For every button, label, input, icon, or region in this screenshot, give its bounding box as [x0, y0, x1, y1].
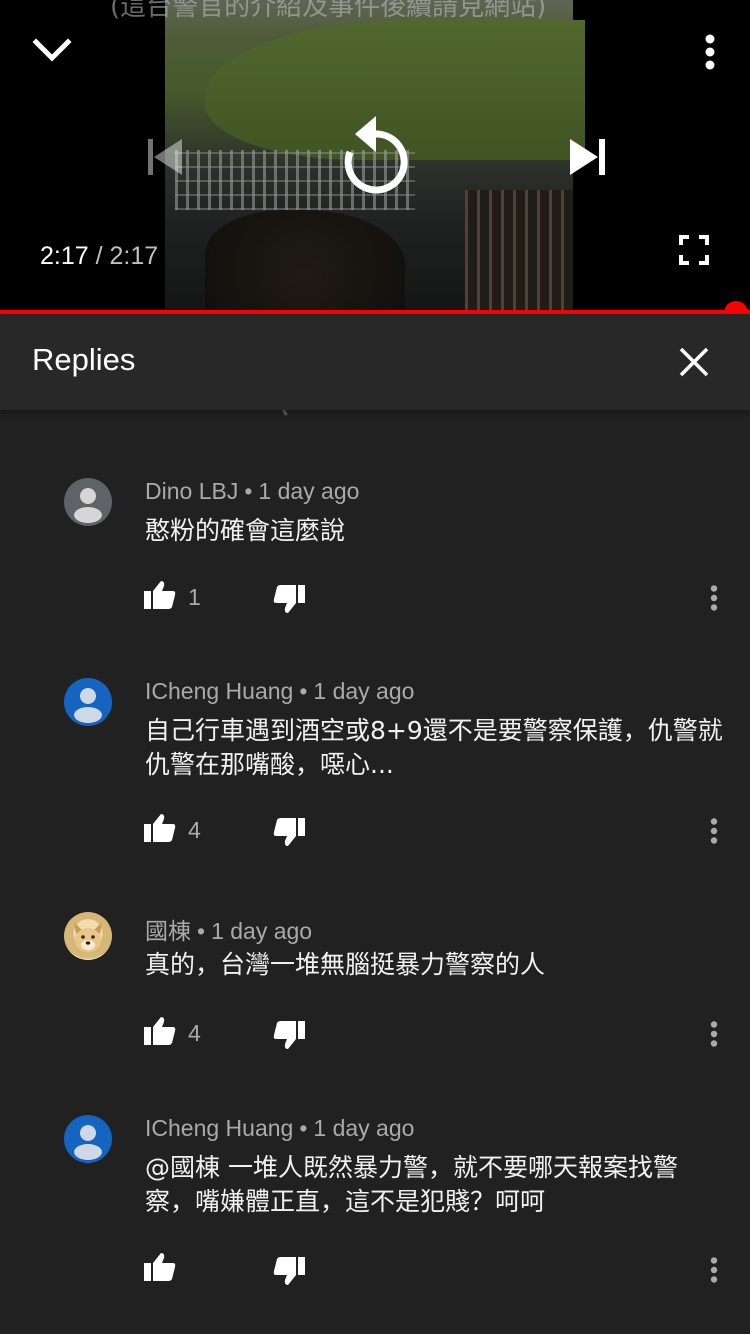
- replies-title: Replies: [32, 342, 136, 377]
- reply-actions: 4: [0, 1016, 750, 1056]
- time-separator: /: [95, 242, 103, 270]
- dislike-button[interactable]: [272, 584, 306, 618]
- like-button[interactable]: [143, 813, 177, 847]
- meta-dot: •: [299, 678, 308, 704]
- like-count: 4: [188, 817, 201, 843]
- skip-previous-icon: [148, 139, 182, 175]
- thumb-down-icon: [273, 818, 305, 846]
- reply-more-button[interactable]: [700, 1252, 728, 1288]
- avatar[interactable]: [64, 912, 112, 960]
- thumb-up-icon: [144, 581, 176, 609]
- next-video-button[interactable]: [562, 130, 614, 184]
- chevron-down-icon: [32, 38, 72, 62]
- replay-button[interactable]: [335, 110, 417, 198]
- more-vert-icon: [705, 34, 715, 70]
- like-button[interactable]: [143, 580, 177, 614]
- thumb-up-icon: [144, 1017, 176, 1045]
- reply-meta: Dino LBJ • 1 day ago: [145, 478, 359, 505]
- video-player[interactable]: (這台警官的介紹及事件後續請見網站) 2:17 / 2:17: [0, 0, 750, 312]
- player-more-button[interactable]: [690, 30, 730, 74]
- thumb-down-icon: [273, 1257, 305, 1285]
- reply-actions: 1: [0, 580, 750, 620]
- dislike-button[interactable]: [272, 1256, 306, 1290]
- reply-more-button[interactable]: [700, 580, 728, 616]
- fullscreen-button[interactable]: [672, 228, 716, 272]
- more-vert-icon: [710, 818, 718, 844]
- previous-video-button[interactable]: [138, 130, 190, 184]
- more-vert-icon: [710, 1257, 718, 1283]
- reply-more-button[interactable]: [700, 1016, 728, 1052]
- dislike-button[interactable]: [272, 1020, 306, 1054]
- meta-dot: •: [197, 918, 206, 944]
- avatar[interactable]: [64, 1115, 112, 1163]
- like-count: 1: [188, 584, 201, 610]
- close-replies-button[interactable]: [670, 338, 718, 386]
- playback-time: 2:17 / 2:17: [40, 242, 158, 271]
- reply-text: 自己行車遇到酒空或8+9還不是要警察保護，仇警就仇警在那嘴酸，噁心...: [145, 716, 723, 779]
- close-icon: [679, 347, 709, 377]
- more-vert-icon: [710, 585, 718, 611]
- like-button[interactable]: [143, 1252, 177, 1286]
- avatar[interactable]: [64, 678, 112, 726]
- reply-text: 真的，台灣一堆無腦挺暴力警察的人: [145, 950, 546, 979]
- meta-dot: •: [299, 1115, 308, 1141]
- more-vert-icon: [710, 1021, 718, 1047]
- person-icon: [74, 688, 102, 723]
- like-button[interactable]: [143, 1016, 177, 1050]
- reply-time[interactable]: 1 day ago: [313, 1115, 414, 1141]
- reply-text: 憨粉的確會這麼說: [145, 516, 346, 545]
- avatar[interactable]: [64, 478, 112, 526]
- minimize-button[interactable]: [28, 26, 76, 74]
- duration: 2:17: [109, 242, 159, 270]
- like-count: 4: [188, 1020, 201, 1046]
- author-name[interactable]: ICheng Huang: [145, 1115, 293, 1141]
- replies-header: Replies: [0, 314, 750, 410]
- meta-dot: •: [244, 478, 253, 504]
- thumb-down-icon: [273, 1021, 305, 1049]
- thumb-down-icon: [273, 585, 305, 613]
- dislike-button[interactable]: [272, 817, 306, 851]
- thumb-up-icon: [144, 1253, 176, 1281]
- reply-time[interactable]: 1 day ago: [211, 918, 312, 944]
- author-name[interactable]: 國棟: [145, 918, 191, 944]
- reply-time[interactable]: 1 day ago: [313, 678, 414, 704]
- thumb-up-icon: [144, 814, 176, 842]
- reply-meta: 國棟 • 1 day ago: [145, 912, 312, 946]
- skip-next-icon: [570, 139, 605, 175]
- author-name[interactable]: Dino LBJ: [145, 478, 238, 504]
- fullscreen-icon: [679, 235, 709, 265]
- current-time: 2:17: [40, 242, 89, 270]
- dog-avatar-icon: [74, 922, 102, 952]
- reply-more-button[interactable]: [700, 813, 728, 849]
- person-icon: [74, 1125, 102, 1160]
- replay-icon: [344, 116, 408, 194]
- author-name[interactable]: ICheng Huang: [145, 678, 293, 704]
- reply-meta: ICheng Huang • 1 day ago: [145, 678, 414, 705]
- reply-meta: ICheng Huang • 1 day ago: [145, 1115, 414, 1142]
- reply-actions: [0, 1252, 750, 1292]
- reply-actions: 4: [0, 813, 750, 853]
- reply-text: @國棟 一堆人既然暴力警，就不要哪天報案找警察，嘴嫌體正直，這不是犯賤？呵呵: [145, 1153, 678, 1216]
- person-icon: [74, 488, 102, 523]
- reply-time[interactable]: 1 day ago: [258, 478, 359, 504]
